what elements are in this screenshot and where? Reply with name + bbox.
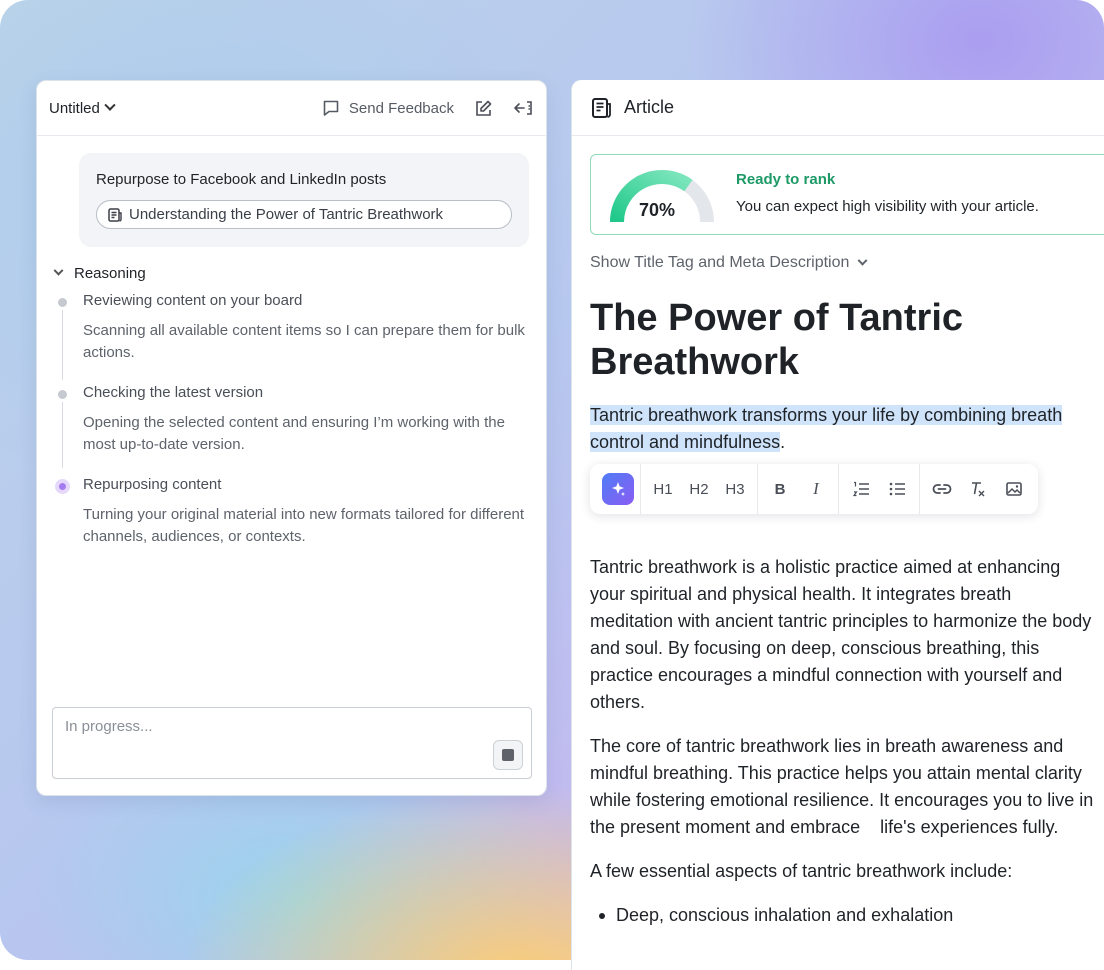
step-description: Scanning all available content items so … [83, 322, 525, 361]
paragraph: The core of tantric breathwork lies in b… [590, 736, 1099, 837]
heading-1-button[interactable]: H1 [647, 473, 679, 505]
insert-image-button[interactable] [998, 473, 1030, 505]
article-title[interactable]: The Power of Tantric Breathwork [590, 296, 1010, 384]
link-icon [932, 484, 952, 494]
rank-score-card: 70% Ready to rank You can expect high vi… [590, 154, 1104, 235]
content-chip[interactable]: Understanding the Power of Tantric Breat… [96, 200, 512, 229]
reasoning-toggle[interactable]: Reasoning [53, 265, 146, 282]
bullet-list-button[interactable] [881, 473, 913, 505]
score-value: 70% [639, 200, 676, 220]
reasoning-step: Reviewing content on your board Scanning… [55, 291, 525, 380]
article-icon [592, 97, 611, 118]
formatting-toolbar: H1 H2 H3 B I [590, 464, 1038, 514]
numbered-list-button[interactable] [845, 473, 877, 505]
article-intro[interactable]: Tantric breathwork transforms your life … [590, 402, 1104, 456]
paragraph: Tantric breathwork is a holistic practic… [590, 557, 1097, 712]
send-feedback-label: Send Feedback [348, 99, 454, 117]
reasoning-step: Checking the latest version Opening the … [55, 383, 525, 468]
content-chip-label: Understanding the Power of Tantric Breat… [129, 206, 444, 223]
send-feedback-button[interactable]: Send Feedback [322, 99, 454, 117]
article-header-title: Article [624, 97, 675, 117]
heading-2-button[interactable]: H2 [683, 473, 715, 505]
stop-icon [502, 749, 514, 761]
message-icon [323, 100, 339, 116]
article-header: Article [572, 80, 1104, 136]
assistant-header: Untitled Send Feedback [37, 81, 546, 136]
article-panel: Article 70% Ready to rank You can expect… [571, 80, 1104, 970]
bullet-list-icon [889, 482, 905, 496]
clear-format-button[interactable] [962, 473, 994, 505]
chevron-down-icon [53, 265, 64, 276]
document-title-dropdown[interactable]: Untitled [49, 99, 116, 117]
article-icon [108, 207, 122, 222]
bullet-list: Deep, conscious inhalation and exhalatio… [590, 902, 1095, 929]
chevron-down-icon [104, 99, 116, 111]
step-description: Turning your original material into new … [83, 506, 525, 545]
sparkle-icon [612, 482, 625, 496]
stop-button[interactable] [493, 740, 523, 770]
heading-3-button[interactable]: H3 [719, 473, 751, 505]
step-connector [62, 402, 63, 468]
italic-button[interactable]: I [800, 473, 832, 505]
step-title: Repurposing content [83, 476, 222, 493]
chevron-down-icon [857, 255, 868, 266]
step-title: Checking the latest version [83, 384, 264, 401]
prompt-placeholder: In progress... [65, 718, 153, 735]
rank-status-description: You can expect high visibility with your… [736, 198, 1039, 215]
ai-assist-button[interactable] [602, 473, 634, 505]
assistant-panel: Untitled Send Feedback Repurpose to Face… [36, 80, 547, 796]
active-step-dot [55, 479, 70, 494]
request-card: Repurpose to Facebook and LinkedIn posts… [79, 153, 529, 247]
prompt-input[interactable]: In progress... [52, 707, 532, 779]
request-text: Repurpose to Facebook and LinkedIn posts [96, 171, 387, 188]
meta-description-toggle[interactable]: Show Title Tag and Meta Description [590, 254, 868, 272]
reasoning-label: Reasoning [74, 265, 146, 282]
numbered-list-icon [852, 481, 869, 497]
image-icon [1006, 482, 1022, 496]
step-description: Opening the selected content and ensurin… [83, 414, 505, 453]
collapse-panel-icon[interactable] [512, 97, 534, 119]
selected-text[interactable]: Tantric breathwork transforms your life … [590, 405, 1063, 452]
reasoning-steps: Reviewing content on your board Scanning… [55, 291, 525, 567]
edit-icon[interactable] [472, 97, 494, 119]
meta-toggle-label: Show Title Tag and Meta Description [590, 254, 850, 271]
step-connector [62, 310, 63, 380]
document-title: Untitled [49, 99, 100, 117]
intro-tail: . [780, 432, 786, 452]
link-button[interactable] [926, 473, 958, 505]
paragraph: A few essential aspects of tantric breat… [590, 861, 1013, 881]
reasoning-step-active: Repurposing content Turning your origina… [55, 475, 525, 548]
list-item: Deep, conscious inhalation and exhalatio… [590, 902, 1095, 929]
step-dot [58, 298, 67, 307]
rank-status-title: Ready to rank [736, 171, 836, 188]
article-body[interactable]: Tantric breathwork is a holistic practic… [590, 554, 1095, 929]
clear-format-icon [972, 482, 985, 497]
step-dot [58, 390, 67, 399]
step-title: Reviewing content on your board [83, 292, 303, 309]
bold-button[interactable]: B [764, 473, 796, 505]
